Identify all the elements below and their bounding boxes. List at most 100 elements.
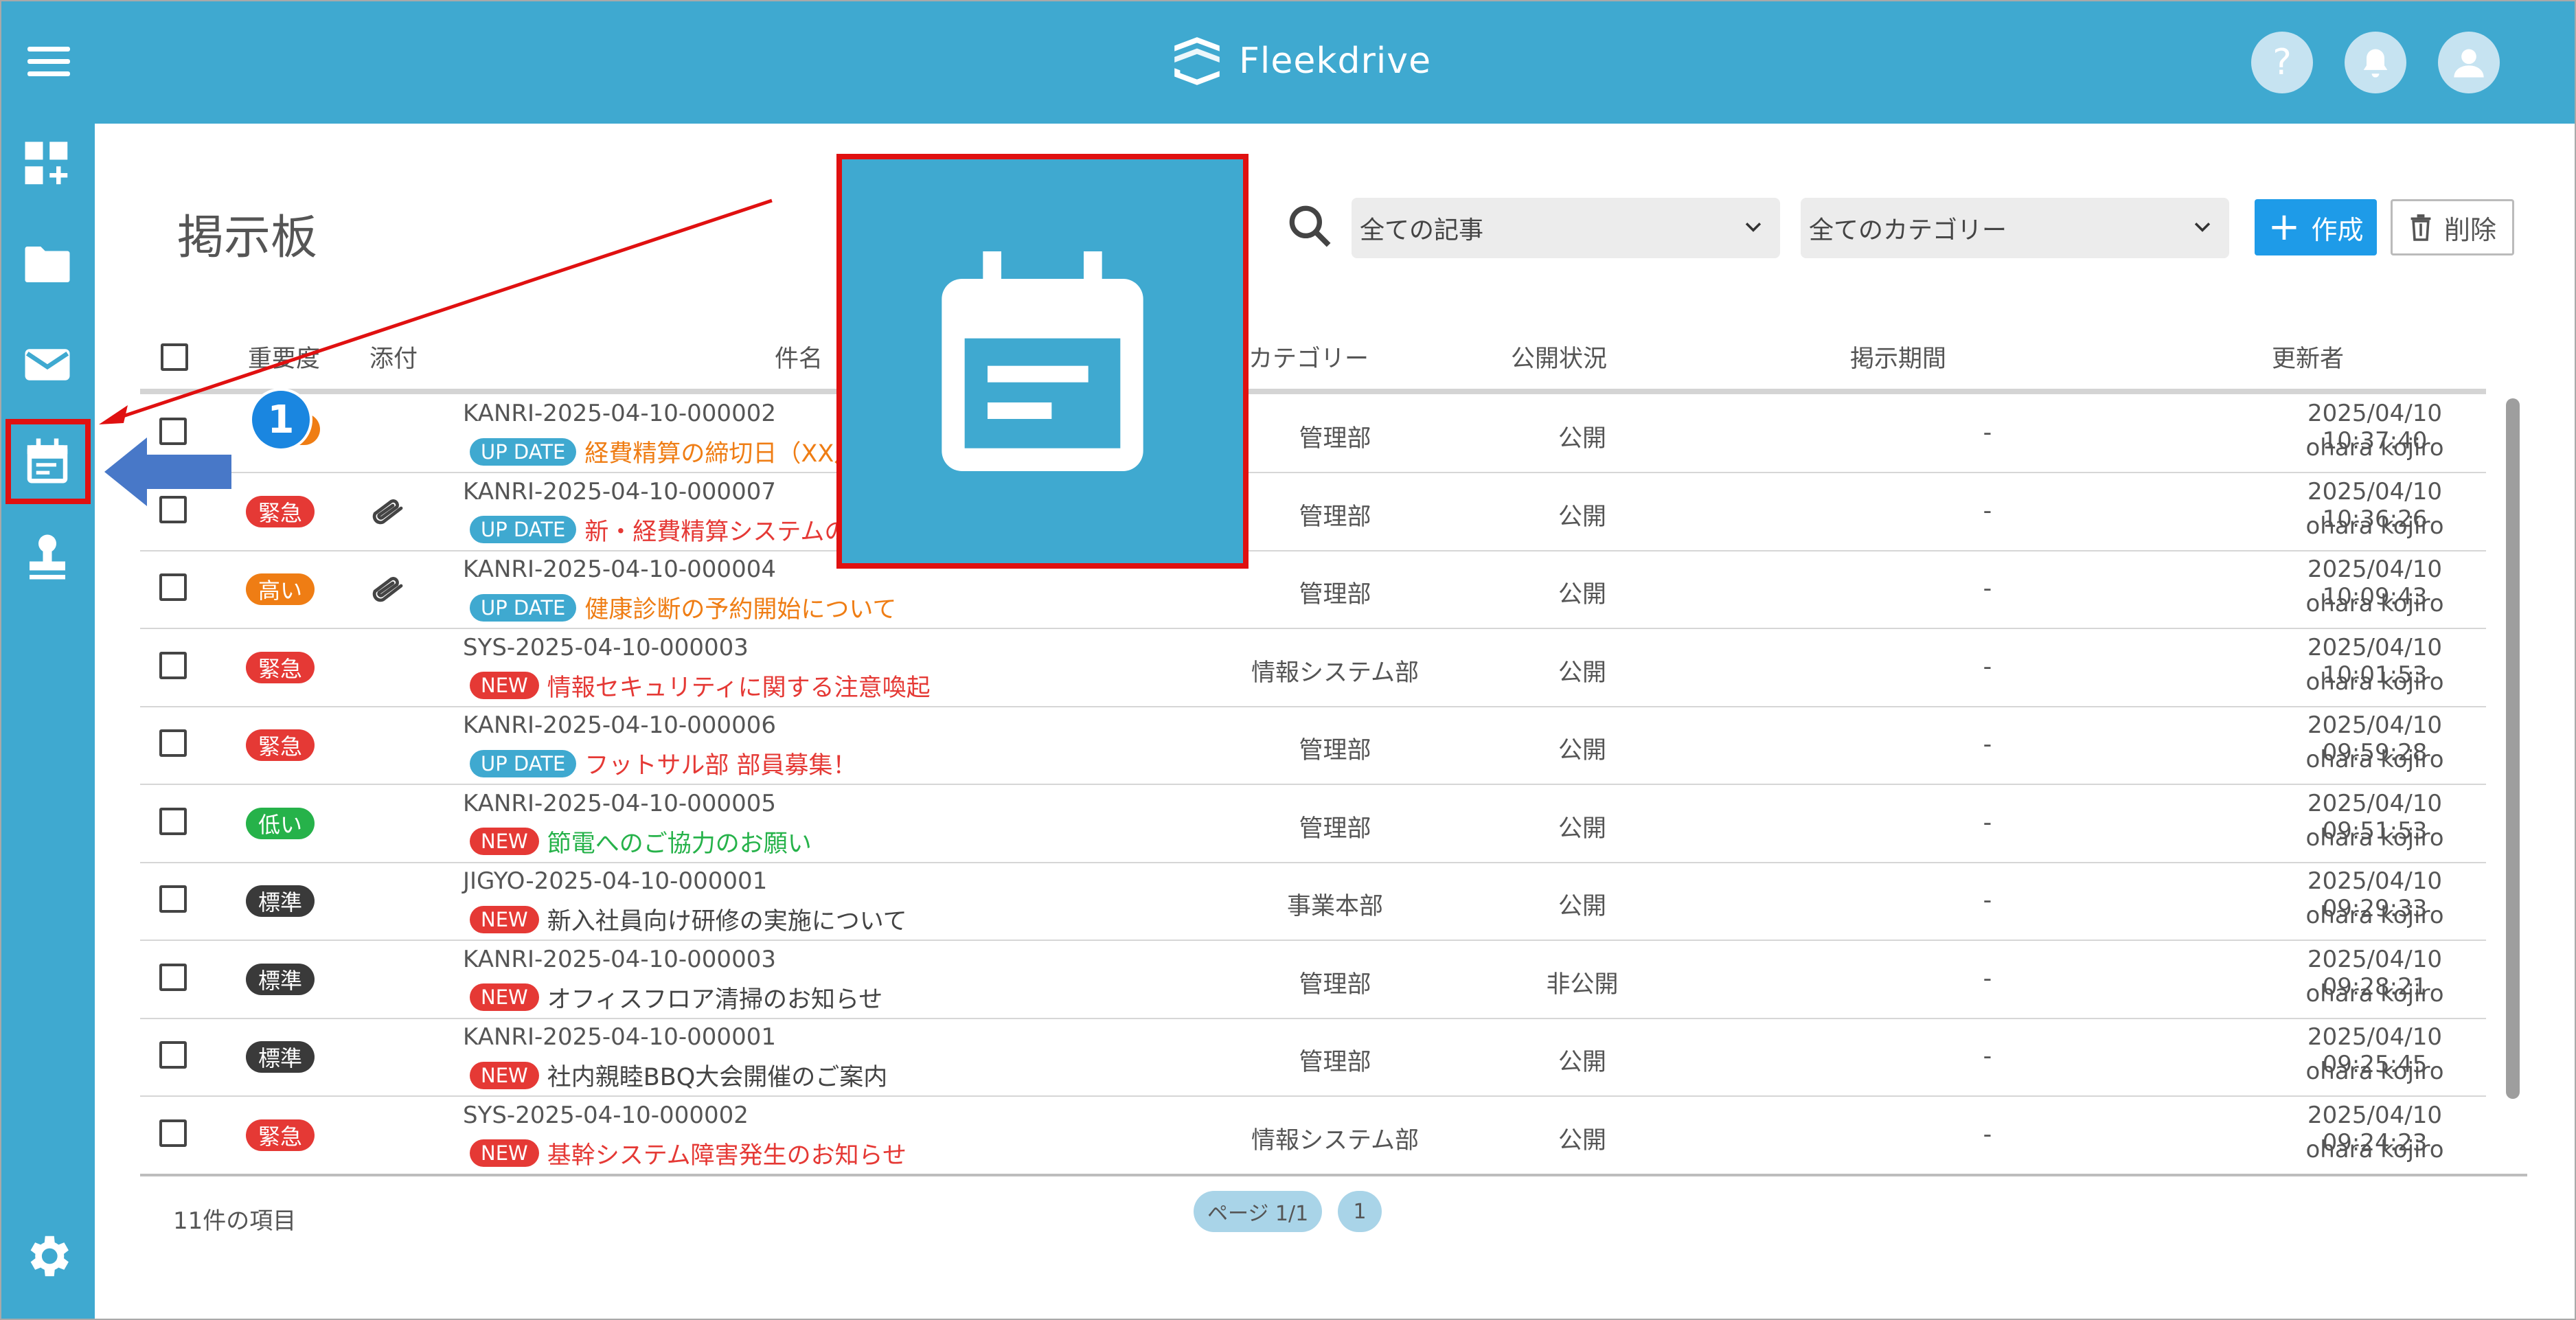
updated-user: ohara kojiro [2305,1058,2444,1085]
create-label: 作成 [2311,214,2364,245]
row-checkbox[interactable] [159,885,187,913]
stamp-icon[interactable] [21,530,74,584]
table-row[interactable]: 高い KANRI-2025-04-10-000004 UP DATE 健康診断の予約開… [140,550,2486,629]
article-code: KANRI-2025-04-10-000004 [463,556,776,583]
article-subject-link[interactable]: NEW 新入社員向け研修の実施について [470,902,907,937]
article-subject-link[interactable]: NEW 情報セキュリティに関する注意喚起 [470,668,931,703]
period-cell: - [1983,887,1992,914]
blue-arrow-icon [104,437,231,506]
row-checkbox[interactable] [159,729,187,757]
row-checkbox[interactable] [159,573,187,601]
updated-user: ohara kojiro [2305,1135,2444,1163]
col-period[interactable]: 掲示期間 [1850,339,1946,374]
item-count: 11件の項目 [173,1207,297,1235]
article-subject: 節電へのご協力のお願い [547,830,812,858]
category-filter-select[interactable]: 全てのカテゴリー [1801,198,2229,258]
top-bar: Fleekdrive ? [1,1,2575,117]
trash-icon [2410,214,2431,241]
col-status[interactable]: 公開状況 [1511,339,1607,374]
col-category[interactable]: カテゴリー [1249,339,1369,374]
article-subject: フットサル部 部員募集！ [584,752,857,780]
search-icon[interactable] [1283,199,1338,254]
page-number-button[interactable]: 1 [1338,1191,1382,1232]
delete-label: 削除 [2443,214,2496,245]
importance-badge: 緊急 [246,729,315,761]
article-subject: 新・経費精算システムの [584,518,849,546]
folder-icon[interactable] [21,238,74,291]
article-subject-link[interactable]: UP DATE 健康診断の予約開始について [470,590,896,625]
row-checkbox[interactable] [159,1041,187,1069]
updated-user: ohara kojiro [2305,979,2444,1008]
table-row[interactable]: KANRI-2025-04-10-000002 UP DATE 経費精算の締切日（X… [140,394,2486,473]
brand: Fleekdrive [1169,30,1431,92]
delete-button[interactable]: 削除 [2391,199,2514,255]
category-cell: 管理部 [1299,737,1371,764]
article-tag: NEW [470,1061,539,1089]
article-tag: UP DATE [470,437,577,466]
category-cell: 管理部 [1299,581,1371,608]
gear-icon[interactable] [21,1229,74,1283]
select-all-checkbox[interactable] [161,343,188,371]
table-row[interactable]: 緊急 KANRI-2025-04-10-000007 UP DATE 新・経費精算シス… [140,473,2486,551]
article-filter-select[interactable]: 全ての記事 [1352,198,1780,258]
table-row[interactable]: 低い KANRI-2025-04-10-000005 NEW 節電へのご協力のお願い 管… [140,784,2486,863]
col-importance[interactable]: 重要度 [248,339,320,374]
scrollbar[interactable] [2506,398,2520,1099]
dashboard-add-icon[interactable] [21,137,74,191]
step-number-badge: 1 [249,388,312,451]
row-checkbox[interactable] [159,651,187,679]
help-label: ? [2272,42,2292,83]
paperclip-icon[interactable] [371,496,409,529]
table-row[interactable]: 緊急 SYS-2025-04-10-000002 NEW 基幹システム障害発生のお知ら… [140,1096,2486,1175]
user-icon[interactable] [2438,32,2500,93]
table-row[interactable]: 標準 KANRI-2025-04-10-000001 NEW 社内親睦BBQ大会開催の… [140,1018,2486,1097]
table-row[interactable]: 緊急 SYS-2025-04-10-000003 NEW 情報セキュリティに関する注意… [140,628,2486,707]
article-subject-link[interactable]: NEW オフィスフロア清掃のお知らせ [470,980,882,1015]
main-content: 掲示板 全ての記事 全てのカテゴリー + 作成 削除 重要度 添付 件名 カテゴ… [95,117,2575,1319]
category-cell: 情報システム部 [1251,1126,1419,1154]
article-subject-link[interactable]: UP DATE 経費精算の締切日（XX月 [470,434,858,469]
row-checkbox[interactable] [159,1119,187,1147]
table-row[interactable]: 標準 JIGYO-2025-04-10-000001 NEW 新入社員向け研修の実施に… [140,862,2486,941]
article-tag: UP DATE [470,749,577,777]
period-cell: - [1983,1120,1992,1148]
paperclip-icon[interactable] [371,573,409,606]
mail-icon[interactable] [21,338,74,391]
category-cell: 情報システム部 [1251,659,1419,687]
status-cell: 公開 [1558,659,1606,687]
updated-user: ohara kojiro [2305,823,2444,852]
importance-badge: 標準 [246,885,315,917]
period-cell: - [1983,652,1992,681]
article-code: JIGYO-2025-04-10-000001 [463,867,768,895]
row-checkbox[interactable] [159,807,187,835]
create-button[interactable]: + 作成 [2255,199,2377,255]
menu-icon[interactable] [27,47,70,78]
category-cell: 管理部 [1299,970,1371,999]
help-icon[interactable]: ? [2251,32,2313,93]
article-subject-link[interactable]: NEW 基幹システム障害発生のお知らせ [470,1136,907,1171]
col-subject[interactable]: 件名 [775,339,823,374]
importance-badge: 緊急 [246,1119,315,1151]
bulletin-icon-callout [836,154,1249,569]
article-subject: 基幹システム障害発生のお知らせ [547,1141,907,1170]
article-subject: 新入社員向け研修の実施について [547,908,907,935]
table-row[interactable]: 標準 KANRI-2025-04-10-000003 NEW オフィスフロア清掃のお知… [140,940,2486,1019]
sidebar-highlight [5,419,91,504]
category-cell: 事業本部 [1286,893,1383,920]
col-attachment[interactable]: 添付 [369,339,418,374]
article-subject-link[interactable]: UP DATE 新・経費精算システムの [470,512,848,547]
brand-name: Fleekdrive [1239,41,1432,82]
col-updater[interactable]: 更新者 [2272,339,2344,374]
bell-icon[interactable] [2345,32,2406,93]
period-cell: - [1983,731,1992,758]
status-cell: 公開 [1558,1049,1606,1076]
article-subject-link[interactable]: NEW 節電へのご協力のお願い [470,824,812,859]
row-checkbox[interactable] [159,963,187,991]
updated-user: ohara kojiro [2305,590,2444,617]
table-row[interactable]: 緊急 KANRI-2025-04-10-000006 UP DATE フットサル部 部… [140,706,2486,785]
article-subject-link[interactable]: UP DATE フットサル部 部員募集！ [470,746,857,781]
period-cell: - [1983,497,1992,525]
status-cell: 公開 [1558,893,1606,920]
article-subject: 情報セキュリティに関する注意喚起 [547,674,931,702]
article-subject-link[interactable]: NEW 社内親睦BBQ大会開催のご案内 [470,1058,887,1093]
